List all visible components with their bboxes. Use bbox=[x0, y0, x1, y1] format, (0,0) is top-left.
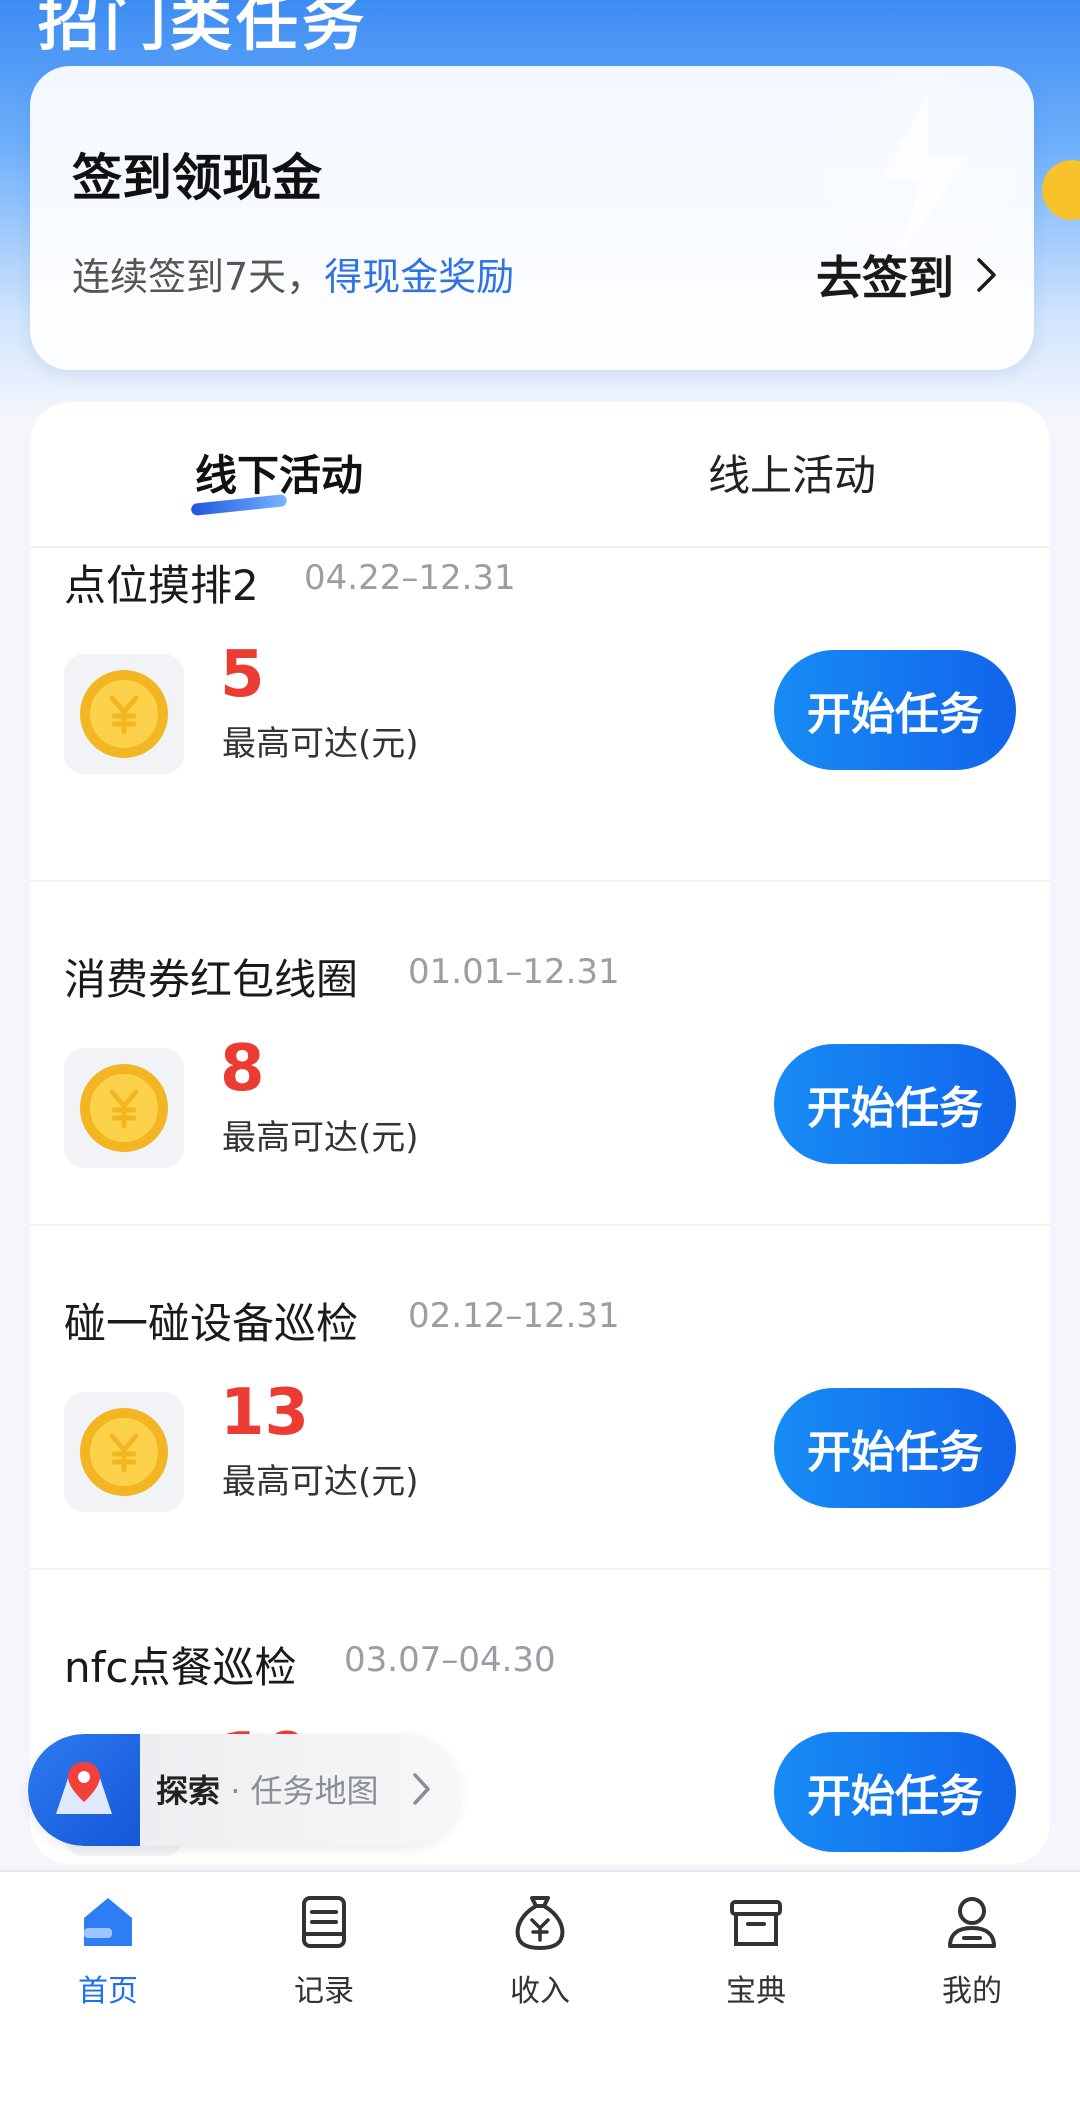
reward-label: 最高可达(元) bbox=[222, 1118, 419, 1158]
activity-panel: 线下活动 线上活动 点位摸排2 04.22–12.31 5 最高可达(元) 开始… bbox=[30, 402, 1050, 1864]
nav-label-income: 收入 bbox=[510, 1974, 570, 2009]
map-pill-title: 探索 bbox=[156, 1772, 221, 1810]
start-task-button[interactable]: 开始任务 bbox=[774, 1388, 1016, 1508]
tab-offline[interactable]: 线下活动 bbox=[190, 442, 364, 516]
nav-item-home[interactable]: 首页 bbox=[28, 1892, 188, 2022]
nav-item-income[interactable]: 收入 bbox=[460, 1892, 620, 2022]
box-icon bbox=[730, 1900, 782, 1946]
activity-tabs: 线下活动 线上活动 bbox=[30, 402, 1050, 548]
nav-label-record: 记录 bbox=[294, 1974, 354, 2009]
coin-icon-box bbox=[64, 1392, 184, 1512]
signin-desc-highlight: 得现金奖励 bbox=[324, 255, 515, 299]
yuan-coin-icon bbox=[80, 1064, 168, 1152]
reward-value: 8 bbox=[220, 1032, 265, 1106]
reward-value: 5 bbox=[220, 638, 265, 712]
coin-icon-box bbox=[64, 654, 184, 774]
coin-icon-box bbox=[64, 1048, 184, 1168]
reward-label: 最高可达(元) bbox=[222, 1462, 419, 1502]
signin-button[interactable]: 去签到 bbox=[816, 242, 998, 308]
signin-desc: 连续签到7天，得现金奖励 bbox=[72, 246, 514, 301]
signin-desc-text: 连续签到7天， bbox=[72, 255, 325, 299]
task-map-button[interactable]: 探索 · 任务地图 bbox=[28, 1734, 460, 1846]
reward-value: 13 bbox=[220, 1376, 310, 1450]
reward-label: 最高可达(元) bbox=[222, 724, 419, 764]
nav-item-record[interactable]: 记录 bbox=[244, 1892, 404, 2022]
chevron-right-icon bbox=[977, 258, 996, 292]
start-task-button[interactable]: 开始任务 bbox=[774, 1044, 1016, 1164]
map-pin-icon bbox=[56, 1762, 112, 1814]
signin-button-label: 去签到 bbox=[816, 251, 954, 305]
task-date: 01.01–12.31 bbox=[408, 952, 620, 992]
yuan-coin-icon bbox=[80, 670, 168, 758]
map-icon-box bbox=[28, 1734, 140, 1846]
tab-offline-label: 线下活动 bbox=[195, 451, 364, 500]
nav-label-mine: 我的 bbox=[942, 1974, 1002, 2009]
task-name: nfc点餐巡检 bbox=[64, 1643, 297, 1692]
banner-title: 招门类任务 bbox=[38, 0, 369, 59]
task-item: 点位摸排2 04.22–12.31 5 最高可达(元) 开始任务 bbox=[30, 538, 1050, 882]
bottom-nav: 首页 记录 收入 宝典 我的 bbox=[0, 1870, 1080, 2102]
nav-label-home: 首页 bbox=[78, 1974, 138, 2009]
signin-card[interactable]: 签到领现金 连续签到7天，得现金奖励 去签到 bbox=[30, 66, 1034, 370]
nav-item-mine[interactable]: 我的 bbox=[892, 1892, 1052, 2022]
task-map-label: 探索 · 任务地图 bbox=[156, 1766, 379, 1812]
money-bag-icon bbox=[515, 1896, 565, 1951]
record-icon bbox=[302, 1896, 346, 1948]
task-item: 消费券红包线圈 01.01–12.31 8 最高可达(元) 开始任务 bbox=[30, 882, 1050, 1226]
nav-label-guide: 宝典 bbox=[726, 1974, 786, 2009]
task-date: 02.12–12.31 bbox=[408, 1296, 620, 1336]
tab-online[interactable]: 线上活动 bbox=[708, 442, 876, 503]
task-name: 碰一碰设备巡检 bbox=[64, 1299, 359, 1348]
map-pill-subtitle: · 任务地图 bbox=[230, 1772, 379, 1810]
coin-decoration bbox=[1042, 160, 1080, 220]
chevron-right-icon bbox=[413, 1773, 430, 1805]
user-icon bbox=[948, 1897, 996, 1948]
home-icon bbox=[84, 1898, 132, 1946]
nav-item-guide[interactable]: 宝典 bbox=[676, 1892, 836, 2022]
task-name: 点位摸排2 bbox=[64, 561, 259, 610]
task-item: 碰一碰设备巡检 02.12–12.31 13 最高可达(元) 开始任务 bbox=[30, 1226, 1050, 1570]
start-task-button[interactable]: 开始任务 bbox=[774, 1732, 1016, 1852]
task-name: 消费券红包线圈 bbox=[64, 955, 359, 1004]
yuan-coin-icon bbox=[80, 1408, 168, 1496]
signin-title: 签到领现金 bbox=[72, 149, 322, 207]
task-date: 04.22–12.31 bbox=[304, 558, 516, 598]
start-task-button[interactable]: 开始任务 bbox=[774, 650, 1016, 770]
tab-online-label: 线上活动 bbox=[708, 451, 877, 500]
task-date: 03.07–04.30 bbox=[344, 1640, 556, 1680]
